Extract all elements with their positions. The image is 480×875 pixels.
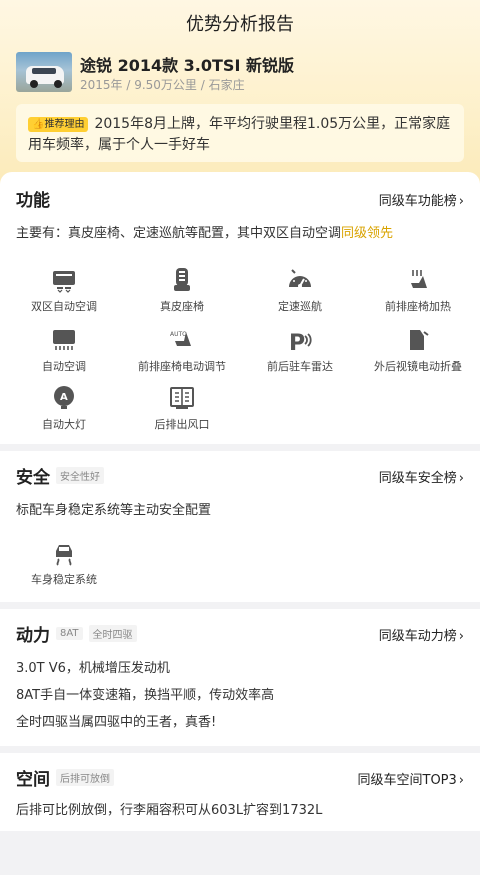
features-rank-link[interactable]: 同级车功能榜 › bbox=[379, 190, 464, 209]
section-tag: 全时四驱 bbox=[88, 625, 137, 642]
features-summary: 主要有：真皮座椅、定速巡航等配置，其中双区自动空调同级领先 bbox=[16, 226, 394, 241]
parking-radar-icon: P bbox=[289, 331, 312, 354]
power-section: 动力 8AT 全时四驱 同级车动力榜 › 3.0T V6，机械增压发动机 8AT手自一… bbox=[0, 609, 480, 746]
recommend-reason: 👍推荐理由 2015年8月上牌，年平均行驶里程1.05万公里，正常家庭用车频率，属… bbox=[16, 104, 464, 162]
feature-item: 后排出风口 bbox=[122, 384, 242, 432]
feature-item: A 自动大灯 bbox=[4, 384, 124, 432]
section-title: 功能 bbox=[16, 191, 50, 211]
feature-item: 车身稳定系统 bbox=[4, 539, 124, 587]
power-line: 8AT手自一体变速箱，换挡平顺，传动效率高 bbox=[16, 688, 275, 703]
power-seat-icon: AUTO bbox=[170, 331, 191, 346]
recommend-text: 2015年8月上牌，年平均行驶里程1.05万公里，正常家庭用车频率，属于个人一手… bbox=[28, 116, 451, 153]
feature-item: 外后视镜电动折叠 bbox=[358, 326, 478, 374]
features-section: 功能 同级车功能榜 › 主要有：真皮座椅、定速巡航等配置，其中双区自动空调同级领先… bbox=[0, 172, 480, 444]
stability-control-icon bbox=[56, 545, 72, 566]
space-rank-link[interactable]: 同级车空间TOP3 › bbox=[358, 769, 465, 788]
svg-text:AUTO: AUTO bbox=[170, 331, 187, 338]
power-line: 3.0T V6，机械增压发动机 bbox=[16, 661, 170, 676]
car-thumbnail bbox=[16, 52, 72, 92]
feature-item: 双区自动空调 bbox=[4, 266, 124, 314]
feature-item: 自动空调 bbox=[4, 326, 124, 374]
space-summary: 后排可比例放倒，行李厢容积可从603L扩容到1732L bbox=[16, 803, 323, 818]
safety-section: 安全 安全性好 同级车安全榜 › 标配车身稳定系统等主动安全配置 车身稳定系统 bbox=[0, 451, 480, 602]
section-tag: 8AT bbox=[56, 627, 83, 640]
safety-summary: 标配车身稳定系统等主动安全配置 bbox=[16, 503, 212, 518]
mirror-fold-icon bbox=[410, 330, 429, 350]
leather-seat-icon bbox=[174, 268, 190, 291]
section-tag: 后排可放倒 bbox=[56, 769, 114, 786]
rear-vent-icon bbox=[170, 387, 194, 409]
car-meta: 2015年 / 9.50万公里 / 石家庄 bbox=[80, 78, 245, 92]
power-rank-link[interactable]: 同级车动力榜 › bbox=[379, 625, 464, 644]
auto-headlight-icon: A bbox=[54, 386, 74, 409]
feature-item: 真皮座椅 bbox=[122, 266, 242, 314]
recommend-badge: 👍推荐理由 bbox=[28, 117, 89, 132]
space-section: 空间 后排可放倒 同级车空间TOP3 › 后排可比例放倒，行李厢容积可从603L扩容… bbox=[0, 753, 480, 831]
chevron-right-icon: › bbox=[458, 471, 464, 486]
feature-item: P 前后驻车雷达 bbox=[240, 326, 360, 374]
section-tag: 安全性好 bbox=[56, 467, 104, 484]
section-title: 动力 bbox=[16, 626, 50, 646]
svg-text:P: P bbox=[289, 331, 305, 354]
seat-heating-icon bbox=[411, 270, 427, 288]
safety-rank-link[interactable]: 同级车安全榜 › bbox=[379, 467, 464, 486]
section-title: 空间 bbox=[16, 770, 50, 790]
thumbs-up-icon: 👍 bbox=[32, 119, 45, 130]
chevron-right-icon: › bbox=[458, 773, 464, 788]
feature-item: AUTO 前排座椅电动调节 bbox=[122, 326, 242, 374]
chevron-right-icon: › bbox=[458, 629, 464, 644]
feature-item: 定速巡航 bbox=[240, 266, 360, 314]
page-title: 优势分析报告 bbox=[186, 14, 294, 35]
feature-item: 前排座椅加热 bbox=[358, 266, 478, 314]
chevron-right-icon: › bbox=[458, 194, 464, 209]
auto-ac-icon bbox=[53, 330, 75, 350]
section-title: 安全 bbox=[16, 468, 50, 488]
power-line: 全时四驱当属四驱中的王者，真香! bbox=[16, 715, 217, 730]
svg-text:A: A bbox=[60, 392, 68, 403]
cruise-control-icon bbox=[289, 269, 311, 288]
dual-zone-ac-icon bbox=[53, 271, 75, 293]
highlight-text: 同级领先 bbox=[341, 226, 394, 241]
car-name: 途锐 2014款 3.0TSI 新锐版 bbox=[80, 56, 294, 75]
